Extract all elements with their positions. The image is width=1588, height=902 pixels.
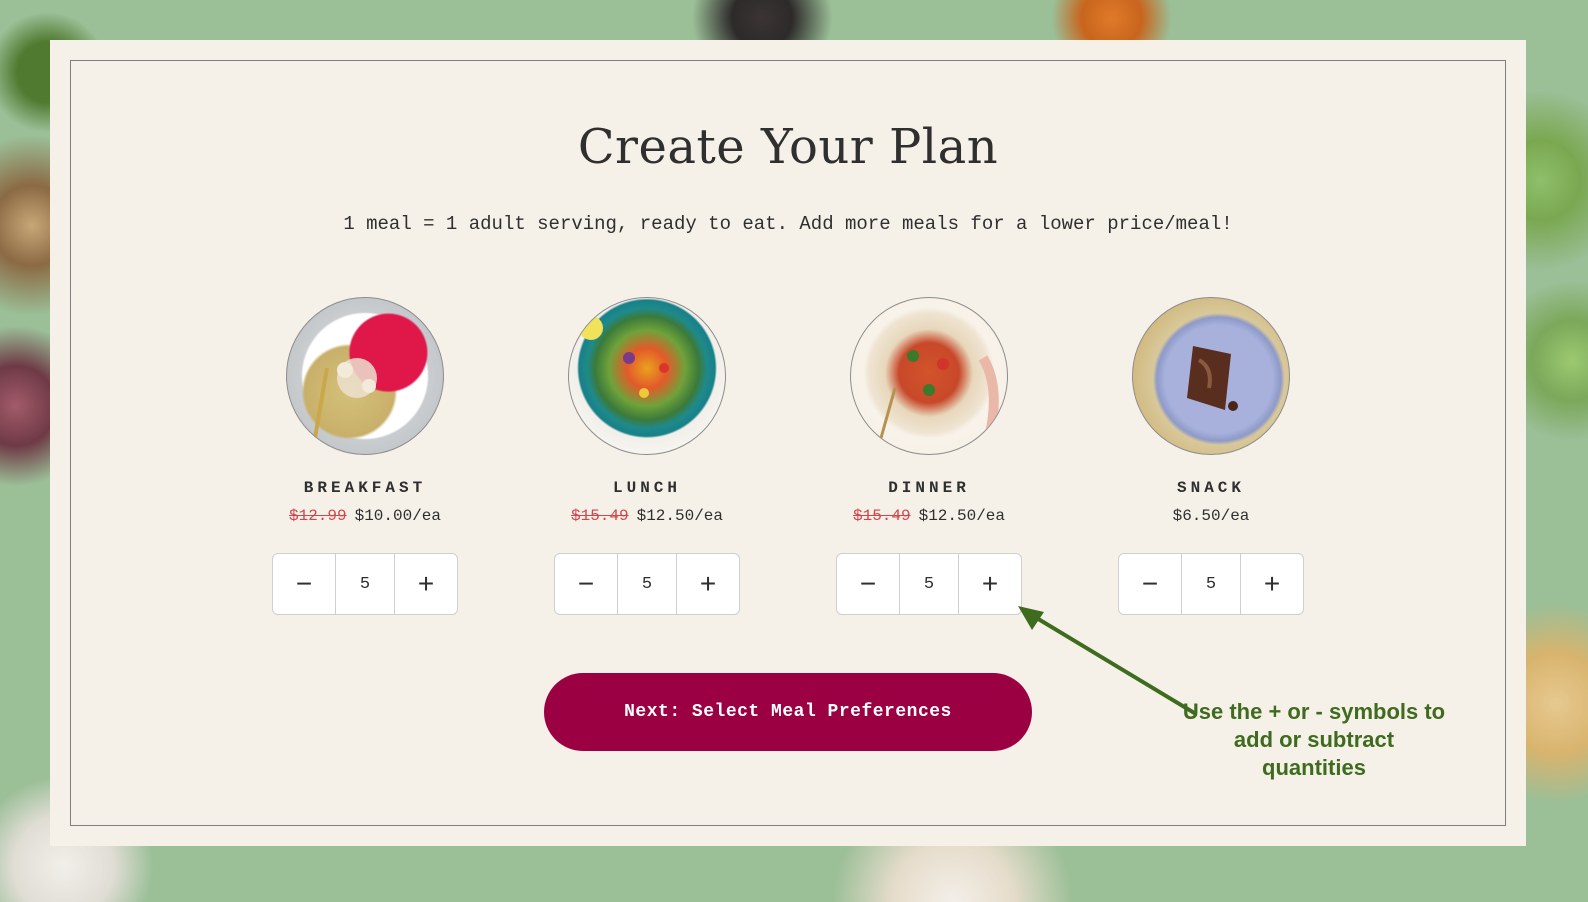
original-price: $15.49 [852, 507, 911, 525]
dinner-image [850, 297, 1008, 455]
meal-price: $12.99 $10.00/ea [270, 507, 460, 525]
quantity-value: 5 [923, 574, 935, 594]
meal-card-lunch: LUNCH $15.49 $12.50/ea − 5 + [552, 297, 742, 615]
decrease-button[interactable]: − [837, 554, 900, 614]
breakfast-bowl-icon [313, 358, 377, 439]
lunch-salad-icon [579, 316, 669, 398]
increase-button[interactable]: + [1240, 554, 1303, 614]
meal-price: $15.49 $12.50/ea [834, 507, 1024, 525]
instruction-annotation: Use the + or - symbols to add or subtrac… [1182, 699, 1446, 780]
current-price: $12.50/ea [636, 507, 724, 525]
snack-image [1132, 297, 1290, 455]
meal-card-snack: SNACK $6.50/ea − 5 + [1116, 297, 1306, 615]
lunch-image [568, 297, 726, 455]
meal-price: $6.50/ea [1116, 507, 1306, 525]
increase-button[interactable]: + [394, 554, 457, 614]
current-price: $12.50/ea [918, 507, 1006, 525]
increase-button[interactable]: + [676, 554, 739, 614]
decrease-button[interactable]: − [555, 554, 618, 614]
quantity-value: 5 [641, 574, 653, 594]
current-price: $10.00/ea [354, 507, 442, 525]
quantity-stepper-breakfast: − 5 + [272, 553, 458, 615]
meal-name: LUNCH [612, 479, 681, 497]
meal-name: DINNER [888, 479, 970, 497]
decrease-button[interactable]: − [273, 554, 336, 614]
meal-card-breakfast: BREAKFAST $12.99 $10.00/ea − 5 + [270, 297, 460, 615]
breakfast-image [286, 297, 444, 455]
original-price: $12.99 [288, 507, 347, 525]
current-price: $6.50/ea [1172, 507, 1250, 525]
meal-price: $15.49 $12.50/ea [552, 507, 742, 525]
page-title: Create Your Plan [577, 119, 999, 175]
snack-brownie-icon [1187, 346, 1238, 411]
dinner-pasta-icon [879, 350, 999, 440]
meal-name: SNACK [1176, 479, 1245, 497]
quantity-value: 5 [359, 574, 371, 594]
meal-name: BREAKFAST [303, 479, 427, 497]
original-price: $15.49 [570, 507, 629, 525]
quantity-stepper-dinner: − 5 + [836, 553, 1022, 615]
page-subtitle: 1 meal = 1 adult serving, ready to eat. … [343, 213, 1233, 235]
quantity-stepper-lunch: − 5 + [554, 553, 740, 615]
next-select-preferences-button[interactable]: Next: Select Meal Preferences [544, 673, 1032, 751]
meal-card-dinner: DINNER $15.49 $12.50/ea − 5 + [834, 297, 1024, 615]
annotation-arrow-icon [1018, 606, 1198, 716]
